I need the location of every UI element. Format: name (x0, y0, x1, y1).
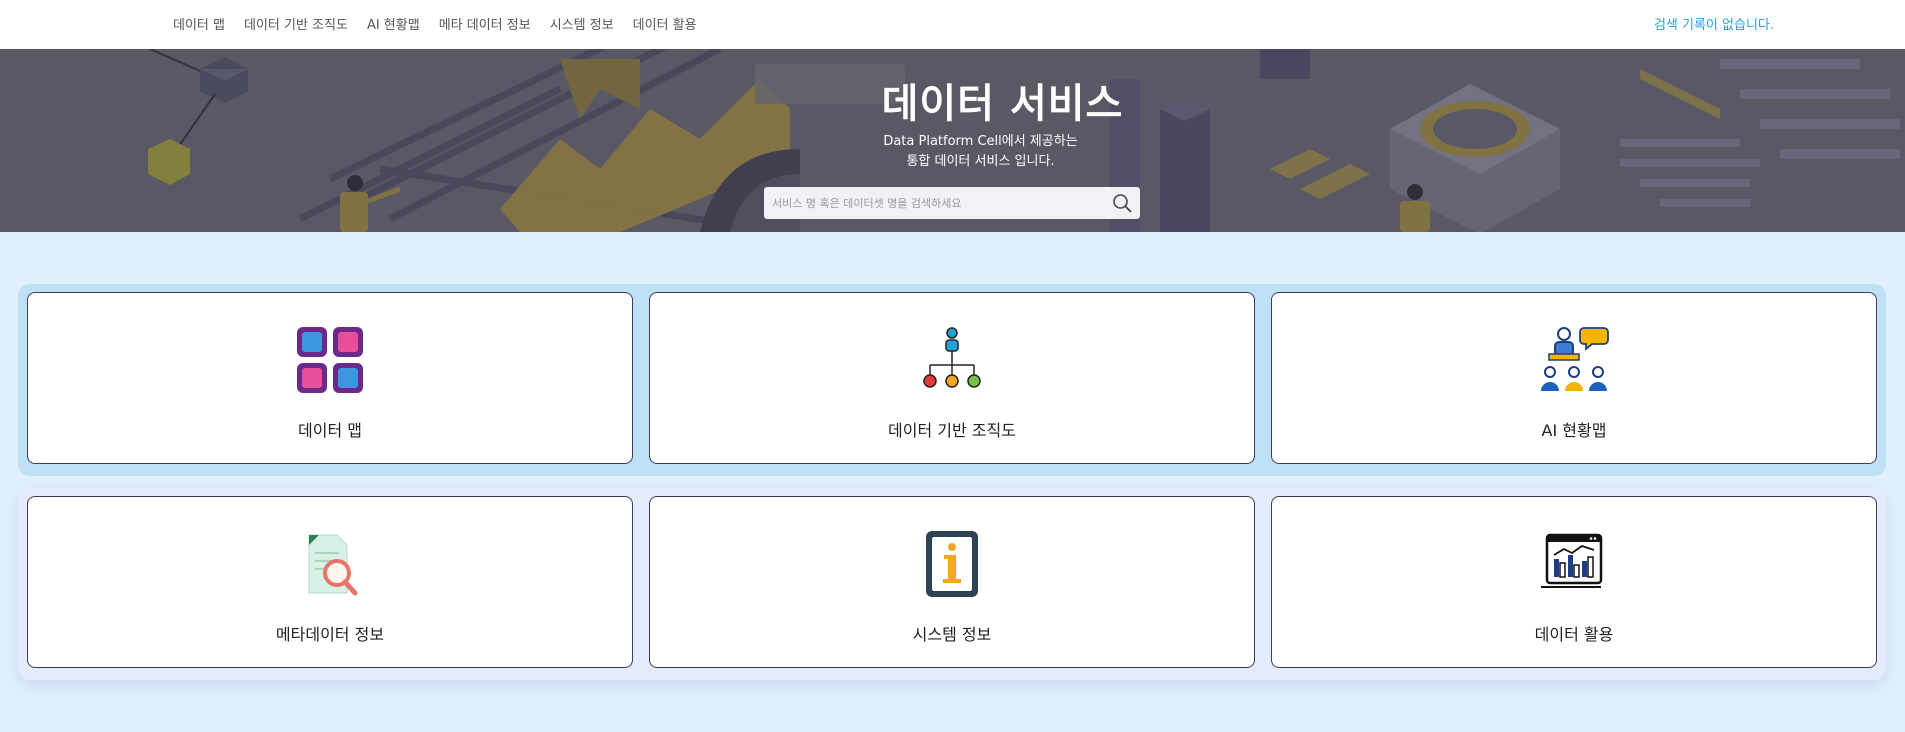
page-title: 데이터 서비스 (881, 81, 1124, 127)
nav-menu: 데이터 맵 데이터 기반 조직도 AI 현황맵 메타 데이터 정보 시스템 정보… (173, 14, 697, 33)
nav-item-org-chart[interactable]: 데이터 기반 조직도 (244, 14, 348, 33)
card-label: 메타데이터 정보 (275, 625, 385, 644)
nav-item-metadata[interactable]: 메타 데이터 정보 (439, 14, 531, 33)
card-data-usage[interactable]: 데이터 활용 (1271, 496, 1877, 668)
card-label: 데이터 활용 (1534, 625, 1614, 644)
hero-subtitle-line1: Data Platform Cell에서 제공하는 (883, 134, 1078, 149)
card-org-chart[interactable]: 데이터 기반 조직도 (649, 292, 1255, 464)
search-input[interactable] (764, 187, 1104, 219)
info-icon (917, 529, 987, 599)
search-bar (764, 187, 1140, 219)
card-label: 시스템 정보 (912, 625, 992, 644)
service-row-2: 메타데이터 정보 시스템 정보 데이터 활용 (18, 488, 1886, 680)
nav-item-ai-map[interactable]: AI 현황맵 (367, 14, 420, 33)
service-area: 데이터 맵 데이터 기반 조직도 AI 현황맵 메타데이터 정보 시스템 정보 … (0, 232, 1905, 732)
document-search-icon (295, 529, 365, 599)
card-ai-map[interactable]: AI 현황맵 (1271, 292, 1877, 464)
card-system-info[interactable]: 시스템 정보 (649, 496, 1255, 668)
search-history-status[interactable]: 검색 기록이 없습니다. (1654, 14, 1774, 33)
team-chat-icon (1539, 325, 1609, 395)
card-label: 데이터 맵 (298, 421, 362, 440)
card-metadata[interactable]: 메타데이터 정보 (27, 496, 633, 668)
hero-banner: 데이터 서비스 Data Platform Cell에서 제공하는 통합 데이터… (0, 49, 1905, 232)
nav-item-system-info[interactable]: 시스템 정보 (550, 14, 614, 33)
hero-subtitle: Data Platform Cell에서 제공하는 통합 데이터 서비스 입니다… (0, 132, 1905, 172)
card-data-map[interactable]: 데이터 맵 (27, 292, 633, 464)
card-label: AI 현황맵 (1541, 421, 1607, 440)
hero-subtitle-line2: 통합 데이터 서비스 입니다. (906, 154, 1055, 169)
service-row-1: 데이터 맵 데이터 기반 조직도 AI 현황맵 (18, 284, 1886, 476)
grid-apps-icon (295, 325, 365, 395)
top-navbar: 데이터 맵 데이터 기반 조직도 AI 현황맵 메타 데이터 정보 시스템 정보… (0, 0, 1905, 49)
card-label: 데이터 기반 조직도 (888, 421, 1016, 440)
org-chart-icon (917, 325, 987, 395)
search-icon[interactable] (1112, 193, 1132, 213)
nav-item-data-map[interactable]: 데이터 맵 (173, 14, 225, 33)
nav-item-data-usage[interactable]: 데이터 활용 (633, 14, 697, 33)
analytics-chart-icon (1539, 529, 1609, 599)
